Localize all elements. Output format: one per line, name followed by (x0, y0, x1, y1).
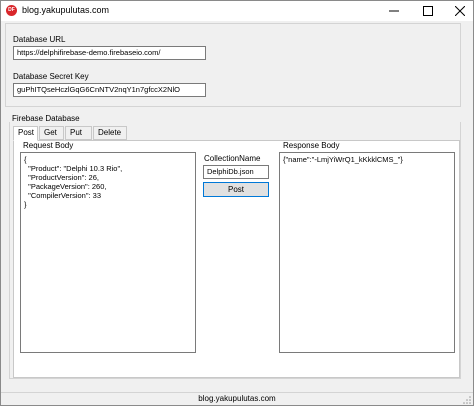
status-text: blog.yakupulutas.com (198, 394, 276, 403)
tab-delete[interactable]: Delete (93, 126, 127, 140)
secret-key-label: Database Secret Key (13, 72, 89, 81)
resize-grip-icon[interactable] (463, 396, 471, 404)
collection-name-input[interactable]: DelphiDb.json (203, 165, 269, 179)
database-url-label: Database URL (13, 35, 66, 44)
firebase-database-label: Firebase Database (12, 114, 80, 123)
request-body-memo[interactable]: { "Product": "Delphi 10.3 Rio", "Product… (20, 152, 196, 353)
status-bar: blog.yakupulutas.com (1, 392, 473, 405)
minimize-icon (389, 10, 399, 12)
settings-panel: Database URL https://delphifirebase-demo… (5, 23, 461, 107)
minimize-button[interactable] (379, 1, 409, 21)
title-bar[interactable]: DF blog.yakupulutas.com (1, 1, 473, 21)
app-window: DF blog.yakupulutas.com Database URL htt… (0, 0, 474, 406)
maximize-button[interactable] (413, 1, 443, 21)
collection-name-label: CollectionName (204, 154, 261, 163)
response-body-memo[interactable]: {"name":"-LmjYiWrQ1_kKkklCMS_"} (279, 152, 455, 353)
response-body-label: Response Body (282, 141, 341, 150)
close-icon (455, 6, 465, 16)
tab-get[interactable]: Get (39, 126, 64, 140)
database-url-input[interactable]: https://delphifirebase-demo.firebaseio.c… (13, 46, 206, 60)
close-button[interactable] (445, 1, 474, 21)
tab-put[interactable]: Put (65, 126, 92, 140)
secret-key-input[interactable]: guPhITQseHczlGqG6CnNTV2nqY1n7gfccX2NlO (13, 83, 206, 97)
window-title: blog.yakupulutas.com (22, 5, 110, 15)
request-body-label: Request Body (22, 141, 75, 150)
tab-post[interactable]: Post (13, 126, 38, 141)
app-icon[interactable]: DF (6, 5, 17, 16)
firebase-database-group: Firebase Database Post Get Put Delete { … (5, 114, 461, 379)
post-tab-panel: { "Product": "Delphi 10.3 Rio", "Product… (13, 140, 460, 378)
maximize-icon (423, 6, 433, 16)
post-button[interactable]: Post (203, 182, 269, 197)
